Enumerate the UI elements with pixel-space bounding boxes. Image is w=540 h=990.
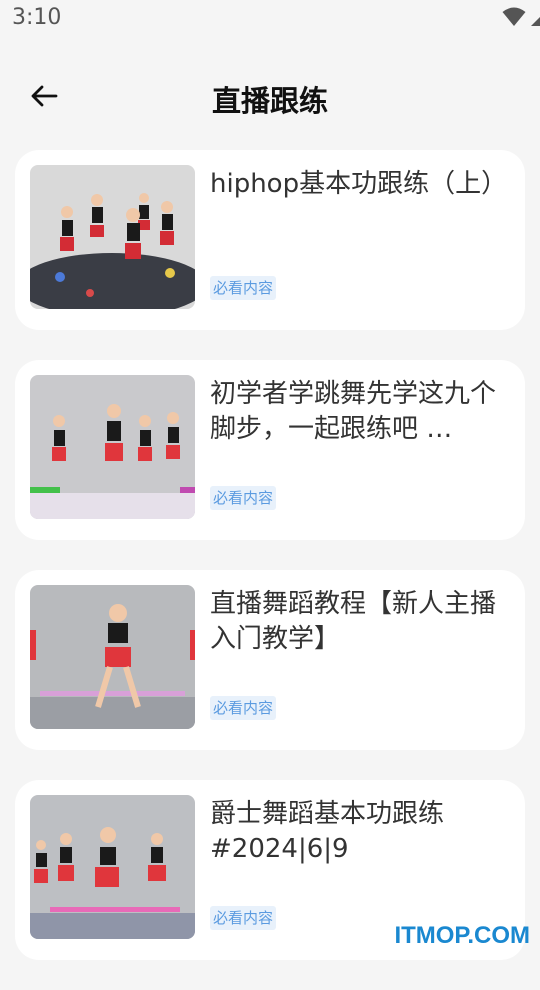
status-bar: 3:10	[0, 0, 540, 38]
video-thumbnail	[30, 585, 195, 729]
must-watch-tag: 必看内容	[210, 696, 277, 720]
video-title: 初学者学跳舞先学这九个脚步，一起跟练吧 …	[210, 379, 497, 444]
must-watch-tag: 必看内容	[210, 276, 277, 300]
video-card[interactable]: 初学者学跳舞先学这九个脚步，一起跟练吧 … 必看内容	[15, 360, 525, 540]
video-card[interactable]: 直播舞蹈教程【新人主播入门教学】 必看内容	[15, 570, 525, 750]
video-card[interactable]: hiphop基本功跟练（上） 必看内容	[15, 150, 525, 330]
video-title: 直播舞蹈教程【新人主播入门教学】	[210, 589, 497, 654]
video-title: 爵士舞蹈基本功跟练#2024|6|9	[210, 799, 445, 864]
must-watch-tag: 必看内容	[210, 906, 277, 930]
wifi-icon	[502, 7, 526, 26]
video-thumbnail	[30, 375, 195, 519]
app-bar: 直播跟练	[0, 60, 540, 136]
video-thumbnail	[30, 795, 195, 939]
cellular-signal-icon	[531, 17, 540, 26]
video-list: hiphop基本功跟练（上） 必看内容 初学者学跳舞先学这九个脚步，一起跟练吧 …	[15, 150, 525, 990]
video-thumbnail	[30, 165, 195, 309]
must-watch-tag: 必看内容	[210, 486, 277, 510]
page-title: 直播跟练	[211, 84, 328, 118]
video-title: hiphop基本功跟练（上）	[210, 169, 508, 199]
status-time: 3:10	[12, 5, 62, 30]
watermark: ITMOP.COM	[394, 922, 530, 949]
